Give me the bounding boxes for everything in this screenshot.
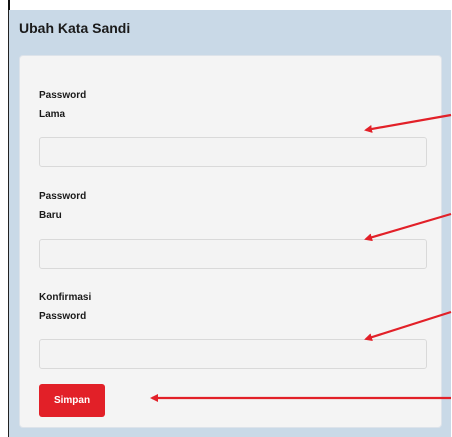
confirm-password-label: Konfirmasi Password — [39, 288, 159, 326]
new-password-label-line1: Password — [39, 191, 87, 202]
new-password-field[interactable] — [39, 239, 427, 269]
old-password-label-line2: Lama — [39, 109, 66, 120]
new-password-label-line2: Baru — [39, 210, 62, 221]
change-password-card: Password Lama Password Baru Konfirmasi P… — [19, 55, 442, 428]
confirm-password-field[interactable] — [39, 339, 427, 369]
panel-title: Ubah Kata Sandi — [19, 20, 131, 36]
new-password-label: Password Baru — [39, 187, 159, 225]
save-button[interactable]: Simpan — [39, 384, 105, 417]
confirm-password-label-line1: Konfirmasi — [39, 292, 92, 303]
old-password-field[interactable] — [39, 137, 427, 167]
confirm-password-label-line2: Password — [39, 311, 87, 322]
change-password-panel: Ubah Kata Sandi Password Lama Password B… — [8, 10, 451, 437]
old-password-label: Password Lama — [39, 86, 159, 124]
old-password-label-line1: Password — [39, 90, 87, 101]
